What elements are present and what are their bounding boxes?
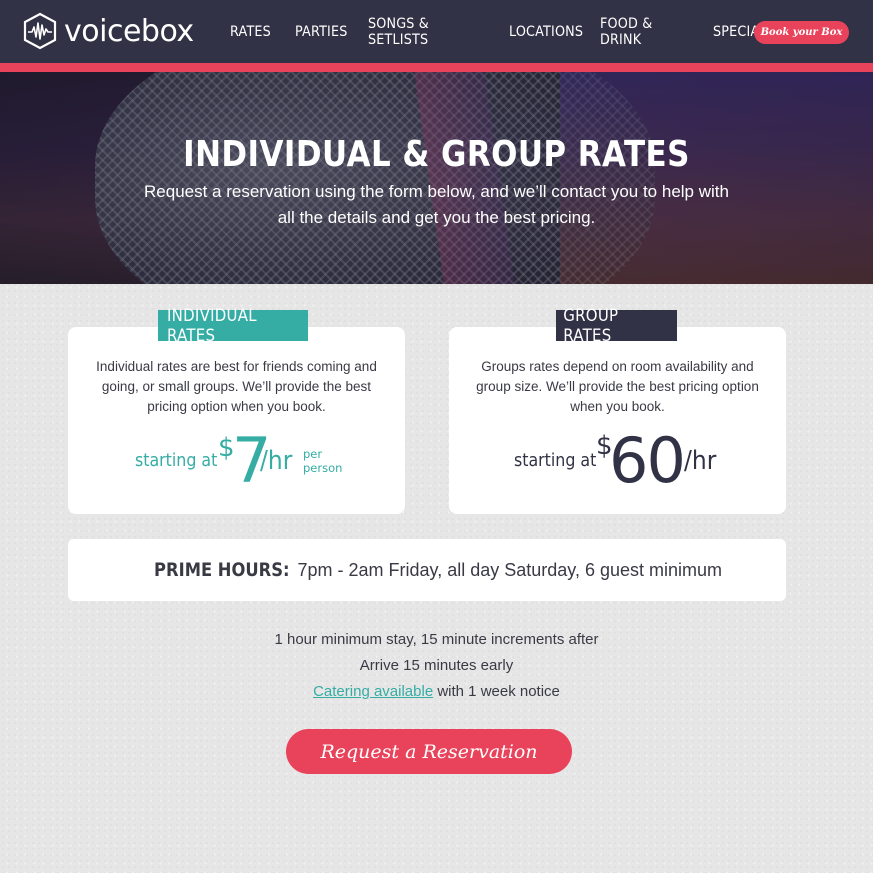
group-price: starting at $ 60 /hr xyxy=(449,424,786,497)
book-your-box-button[interactable]: Book your Box xyxy=(754,21,849,44)
nav-links: RATES PARTIES SONGS & SETLISTS LOCATIONS… xyxy=(230,0,796,63)
info-arrive-early: Arrive 15 minutes early xyxy=(359,657,514,674)
nav-link-songs-setlists[interactable]: SONGS & SETLISTS xyxy=(368,16,472,48)
nav-accent-strip xyxy=(0,63,873,72)
info-minimum-stay: 1 hour minimum stay, 15 minute increment… xyxy=(274,631,599,648)
individual-rates-description: Individual rates are best for friends co… xyxy=(96,359,377,414)
nav-link-locations[interactable]: LOCATIONS xyxy=(509,24,583,40)
catering-available-link[interactable]: Catering available xyxy=(313,683,433,700)
individual-note-per: per xyxy=(303,447,323,461)
hero-banner: INDIVIDUAL & GROUP RATES Request a reser… xyxy=(0,72,873,284)
individual-rates-tab-label: INDIVIDUAL RATES xyxy=(167,305,257,346)
group-starting-label: starting at xyxy=(514,450,597,471)
individual-unit: /hr xyxy=(260,446,293,476)
brand-name: voicebox xyxy=(64,13,194,49)
individual-note-person: person xyxy=(303,461,343,475)
group-rates-tab-label: GROUP RATES xyxy=(563,305,619,346)
individual-note: per person xyxy=(303,447,342,475)
individual-starting-label: starting at xyxy=(135,450,218,471)
nav-link-food-drink[interactable]: FOOD & DRINK xyxy=(600,16,679,48)
nav-link-rates[interactable]: RATES xyxy=(230,24,271,40)
group-rates-tab: GROUP RATES xyxy=(556,306,677,346)
voicebox-logo-icon xyxy=(23,12,57,50)
group-rates-card: Groups rates depend on room availability… xyxy=(449,327,786,514)
nav-link-parties[interactable]: PARTIES xyxy=(295,24,347,40)
info-catering: Catering available with 1 week notice xyxy=(0,679,873,705)
brand-logo[interactable]: voicebox xyxy=(22,12,194,50)
page-subtitle: Request a reservation using the form bel… xyxy=(144,182,729,227)
request-reservation-button[interactable]: Request a Reservation xyxy=(286,729,572,774)
prime-hours-banner: PRIME HOURS: 7pm - 2am Friday, all day S… xyxy=(68,539,786,601)
individual-price: starting at $ 7 /hr per person xyxy=(68,424,405,497)
prime-hours-text: 7pm - 2am Friday, all day Saturday, 6 gu… xyxy=(297,559,723,580)
group-amount: 60 xyxy=(609,424,686,497)
individual-rates-tab: INDIVIDUAL RATES xyxy=(158,306,308,346)
prime-hours-label: PRIME HOURS: xyxy=(154,559,290,581)
top-navigation: voicebox RATES PARTIES SONGS & SETLISTS … xyxy=(0,0,873,63)
individual-rates-card: Individual rates are best for friends co… xyxy=(68,327,405,514)
group-unit: /hr xyxy=(684,446,717,476)
info-catering-notice: with 1 week notice xyxy=(433,683,560,700)
page-title: INDIVIDUAL & GROUP RATES xyxy=(183,134,690,175)
booking-info: 1 hour minimum stay, 15 minute increment… xyxy=(0,627,873,705)
group-rates-description: Groups rates depend on room availability… xyxy=(476,359,759,414)
